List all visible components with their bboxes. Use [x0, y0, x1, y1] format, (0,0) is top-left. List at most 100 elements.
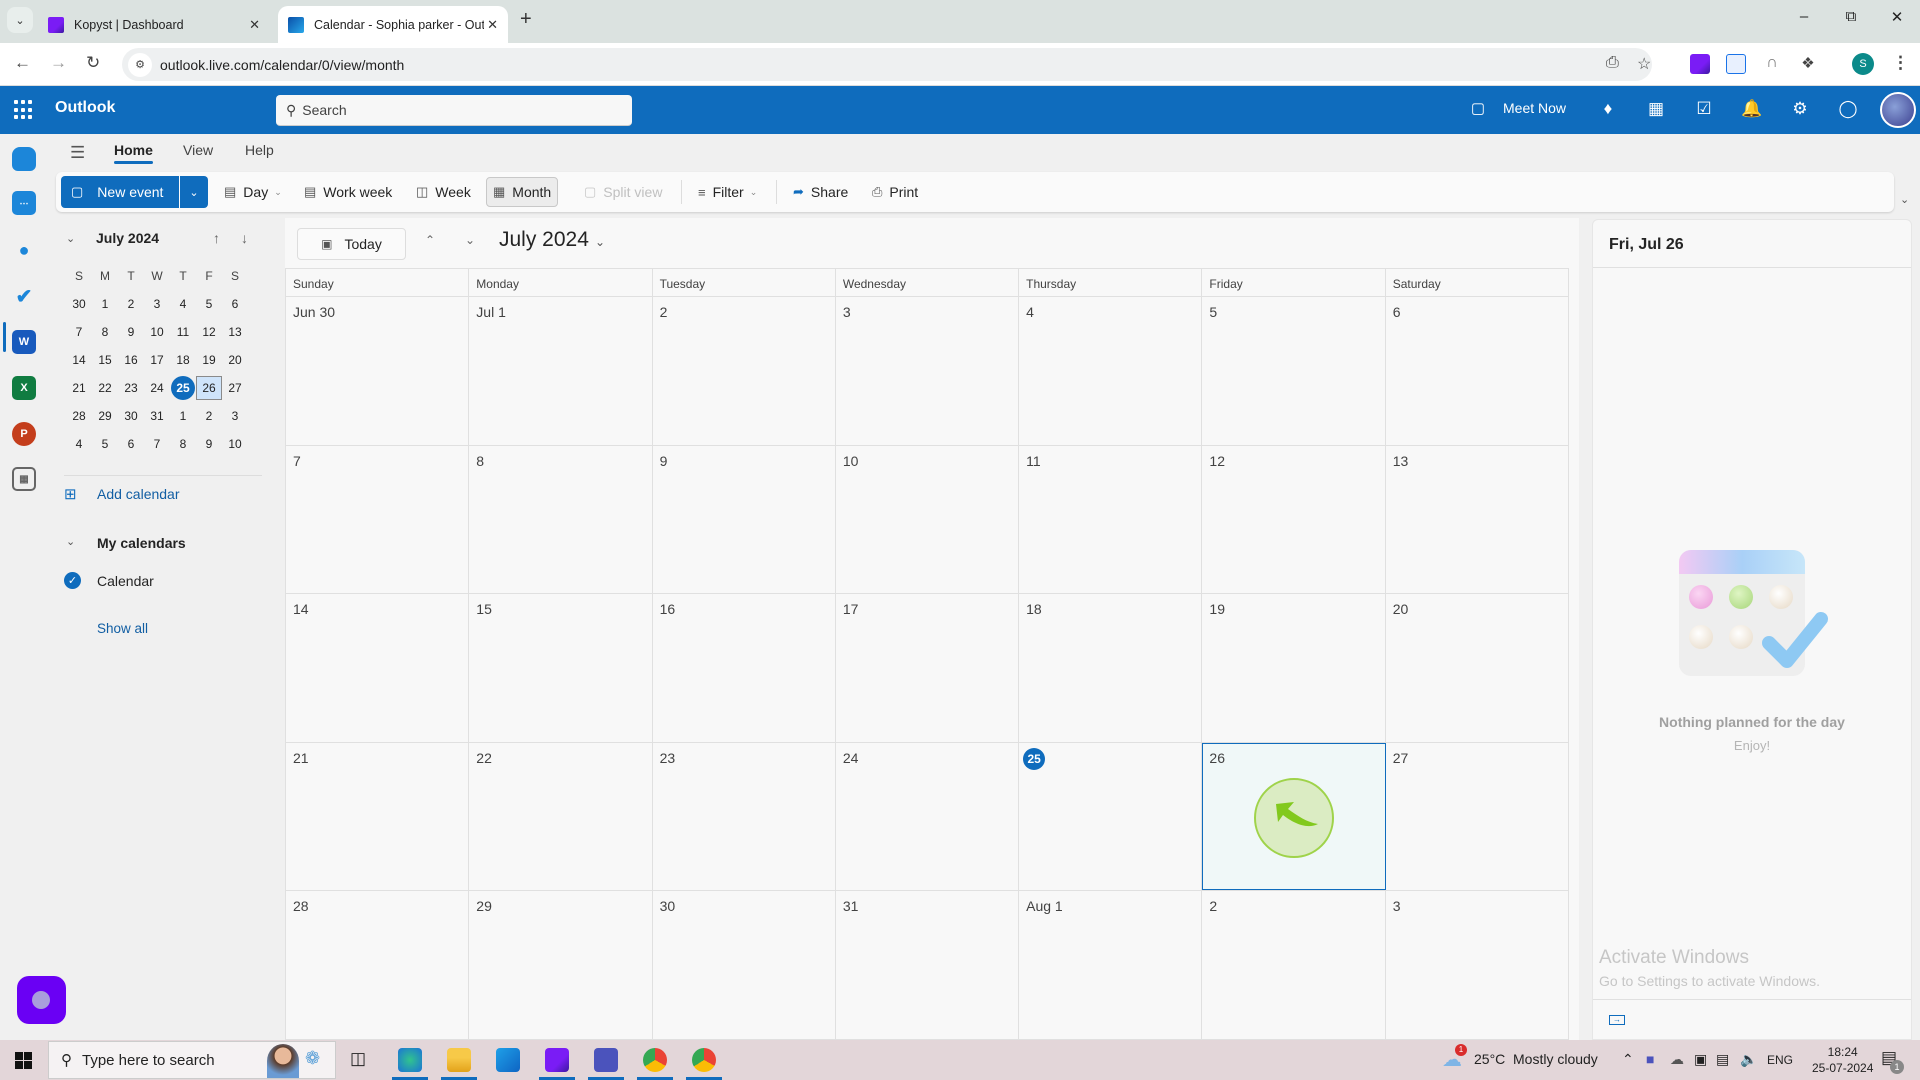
calendar-day-cell[interactable]: 2	[653, 297, 836, 445]
reload-button[interactable]: ↻	[86, 53, 100, 73]
file-explorer-icon[interactable]	[447, 1048, 471, 1072]
mini-calendar-day[interactable]: 22	[92, 376, 118, 400]
calendar-day-cell[interactable]: 18	[1019, 594, 1203, 742]
mini-calendar-day[interactable]: 6	[118, 432, 144, 456]
calendar-day-cell[interactable]: 20	[1386, 594, 1569, 742]
language-indicator[interactable]: ENG	[1767, 1053, 1793, 1067]
mini-calendar-day[interactable]: 12	[196, 320, 222, 344]
meet-now-button[interactable]: Meet Now	[1503, 100, 1566, 116]
ribbon-expand-chevron-icon[interactable]: ⌄	[1900, 193, 1909, 206]
print-button[interactable]: ⎙ Print	[866, 177, 924, 207]
show-all-link[interactable]: Show all	[97, 621, 148, 636]
mini-calendar-day[interactable]: 8	[170, 432, 196, 456]
onedrive-cloud-icon[interactable]: ☁	[1670, 1051, 1684, 1068]
previous-month-arrow-icon[interactable]: ↑	[213, 230, 220, 246]
calendar-day-cell[interactable]: 24	[836, 742, 1020, 891]
mini-calendar-day[interactable]: 4	[66, 432, 92, 456]
calendar-day-cell[interactable]: 5	[1202, 297, 1386, 445]
kopyst-app-icon[interactable]	[545, 1048, 569, 1072]
mini-calendar-day[interactable]: 2	[118, 292, 144, 316]
todo-check-icon[interactable]: ✔	[12, 284, 36, 308]
app-launcher-icon[interactable]	[14, 100, 34, 120]
mini-calendar-day[interactable]: 26	[196, 376, 222, 400]
people-icon[interactable]: ●	[12, 238, 36, 262]
video-camera-icon[interactable]: ▢	[1466, 99, 1490, 117]
mini-calendar-day[interactable]: 11	[170, 320, 196, 344]
mini-calendar-day[interactable]: 8	[92, 320, 118, 344]
chrome-profile-s-icon[interactable]	[692, 1048, 716, 1072]
back-button[interactable]: ←	[14, 53, 31, 73]
previous-month-chevron-icon[interactable]: ⌃	[425, 233, 435, 247]
mini-calendar-day[interactable]: 21	[66, 376, 92, 400]
mini-calendar-day[interactable]: 9	[196, 432, 222, 456]
calendar-day-cell[interactable]: Jun 30	[286, 297, 470, 445]
browser-menu-icon[interactable]: ⋮	[1892, 53, 1909, 73]
close-tab-icon[interactable]: ✕	[487, 17, 498, 33]
chrome-profile-a-icon[interactable]	[643, 1048, 667, 1072]
calendar-day-cell[interactable]: 25	[1019, 742, 1203, 891]
new-event-dropdown[interactable]: ⌄	[180, 176, 208, 208]
next-month-chevron-icon[interactable]: ⌄	[465, 233, 475, 247]
profile-avatar[interactable]: S	[1852, 53, 1874, 75]
month-title[interactable]: July 2024	[499, 228, 589, 252]
day-view-button[interactable]: ▤ Day ⌄	[218, 177, 288, 207]
filter-button[interactable]: ≡ Filter ⌄	[692, 177, 763, 207]
calendar-list-item[interactable]: Calendar	[97, 573, 154, 589]
calendar-day-cell[interactable]: 11	[1019, 445, 1203, 594]
calendar-day-cell[interactable]: 3	[1386, 891, 1569, 1039]
mini-calendar-collapse-icon[interactable]: ⌄	[66, 232, 75, 245]
more-apps-icon[interactable]: ▦	[12, 467, 36, 491]
calendar-day-cell[interactable]: 12	[1202, 445, 1386, 594]
extensions-puzzle-icon[interactable]: ❖	[1798, 54, 1818, 74]
my-calendars-heading[interactable]: My calendars	[97, 535, 186, 551]
copilot-button[interactable]	[17, 976, 66, 1024]
mini-calendar-day[interactable]: 2	[196, 404, 222, 428]
task-view-icon[interactable]: ◫	[350, 1049, 366, 1069]
tab-view[interactable]: View	[183, 142, 213, 158]
calendar-day-cell[interactable]: 9	[653, 445, 836, 594]
mini-calendar-day[interactable]: 18	[170, 348, 196, 372]
new-event-button[interactable]: ▢ New event	[61, 176, 179, 208]
browser-tab-calendar[interactable]: Calendar - Sophia parker - Outl ✕	[278, 6, 508, 43]
teams-tray-icon[interactable]: ■	[1646, 1051, 1654, 1067]
site-info-icon[interactable]: ⚙	[128, 52, 152, 77]
calendar-day-cell[interactable]: 19	[1202, 594, 1386, 742]
calendar-day-cell[interactable]: 29	[469, 891, 653, 1039]
teams-app-icon[interactable]	[594, 1048, 618, 1072]
onenote-icon[interactable]: ▦	[1644, 99, 1668, 119]
forward-button[interactable]: →	[50, 53, 67, 73]
mini-calendar-day[interactable]: 23	[118, 376, 144, 400]
mini-calendar-day[interactable]: 19	[196, 348, 222, 372]
calendar-day-cell[interactable]: Jul 1	[469, 297, 653, 445]
browser-tab-kopyst[interactable]: Kopyst | Dashboard ✕	[38, 6, 270, 43]
calendar-checkbox-checked-icon[interactable]: ✓	[64, 572, 81, 589]
month-view-button[interactable]: ▦ Month	[486, 177, 559, 207]
expand-pane-icon[interactable]: →	[1609, 1015, 1625, 1025]
tab-search-button[interactable]: ⌄	[7, 7, 33, 33]
calendar-day-cell[interactable]: 10	[836, 445, 1020, 594]
mini-calendar-day[interactable]: 1	[92, 292, 118, 316]
mini-calendar-day[interactable]: 29	[92, 404, 118, 428]
network-icon[interactable]: ▤	[1716, 1051, 1729, 1068]
calendar-day-cell[interactable]: 8	[469, 445, 653, 594]
calendar-day-cell[interactable]: 7	[286, 445, 470, 594]
calendar-day-cell[interactable]: 17	[836, 594, 1020, 742]
calendar-day-cell[interactable]: 22	[469, 742, 653, 891]
address-bar[interactable]: ⚙ outlook.live.com/calendar/0/view/month…	[122, 48, 1652, 81]
mini-calendar-day[interactable]: 5	[196, 292, 222, 316]
teams-icon[interactable]: ♦	[1596, 99, 1620, 119]
mail-icon[interactable]	[12, 147, 36, 171]
mini-calendar-day[interactable]: 5	[92, 432, 118, 456]
calendar-day-cell[interactable]: 30	[653, 891, 836, 1039]
calendar-day-cell[interactable]: 14	[286, 594, 470, 742]
taskbar-search-input[interactable]: ⚲ Type here to search ❁	[48, 1041, 336, 1079]
calendar-day-cell[interactable]: Aug 1	[1019, 891, 1203, 1039]
mini-calendar-day[interactable]: 14	[66, 348, 92, 372]
mini-calendar-day[interactable]: 15	[92, 348, 118, 372]
mini-calendar-day[interactable]: 31	[144, 404, 170, 428]
mini-calendar-day[interactable]: 7	[144, 432, 170, 456]
mini-calendar-day[interactable]: 30	[118, 404, 144, 428]
mail-app-icon[interactable]	[496, 1048, 520, 1072]
calendar-day-cell[interactable]: 21	[286, 742, 470, 891]
today-button[interactable]: ▣ Today	[297, 228, 406, 260]
